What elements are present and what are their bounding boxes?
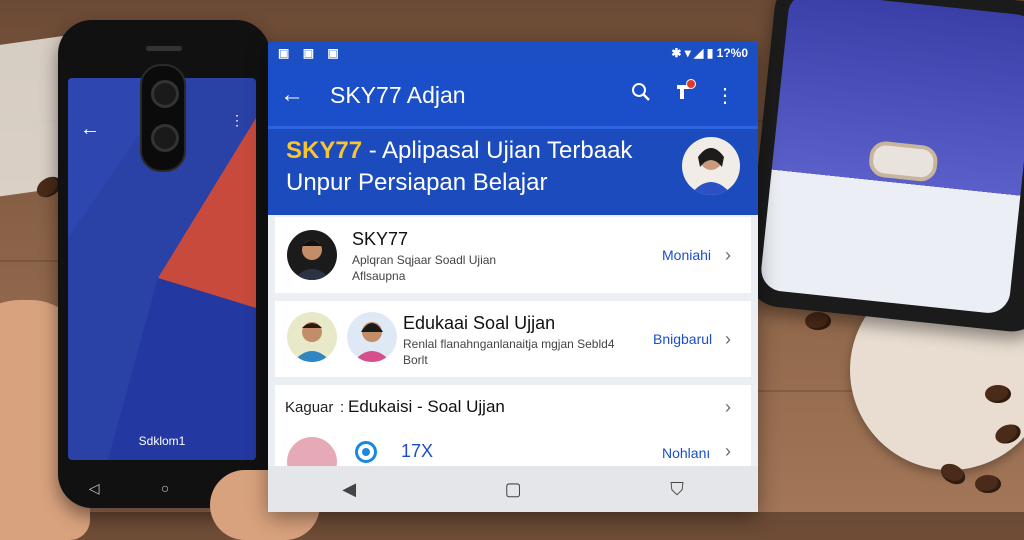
section-prefix: Kaguar (285, 399, 334, 416)
more-vert-icon: ⋮ (230, 112, 244, 128)
image-icon: ▣ (278, 46, 290, 60)
notification-icon: ▣ (327, 46, 339, 60)
avatar (682, 137, 740, 195)
chevron-right-icon: › (725, 397, 731, 417)
item-action-link[interactable]: Bnigbarul (653, 331, 712, 347)
section-title: Edukaisi - Soal Ujjan (348, 397, 505, 416)
avatar (347, 312, 397, 362)
item-action-link[interactable]: Nohlanı (662, 445, 710, 461)
target-icon (355, 441, 377, 463)
hero-headline-rest: - Aplipasal Ujian Terbaak (362, 137, 633, 164)
brand-name: SKY77 (286, 137, 363, 164)
item-value: 17X (401, 441, 434, 461)
list-item[interactable]: Edukaai Soal Ujjan Renlal flanahnganlana… (275, 301, 751, 377)
item-title: SKY77 (352, 229, 409, 249)
battery-percent: 1?%0 (716, 46, 748, 60)
avatar (287, 230, 337, 280)
list-item[interactable]: SKY77 Aplqran Sqjaar Soadl Ujian Aflsaup… (275, 217, 751, 293)
hero-headline: SKY77 - Aplipasal Ujian Terbaak (286, 137, 632, 165)
background-phone-button (867, 139, 939, 183)
item-subtitle: Renlal flanahnganlanaitja mgjan Sebld4 (403, 337, 615, 351)
nav-back-icon: ◁ (88, 479, 100, 496)
toolbar-title: SKY77 Adjan (330, 81, 466, 108)
app-screen: ▣ ▣ ▣ ✱ ▾ ◢ ▮ 1?%0 ← SKY77 Adjan ⋮ SKY77… (268, 42, 758, 512)
phone-caption: Sdklom1 (138, 434, 186, 448)
section-separator: : (340, 399, 345, 416)
back-arrow-icon: ← (80, 118, 100, 140)
hero-subheadline: Unpur Persiapan Belajar (286, 169, 548, 196)
more-vert-icon[interactable]: ⋮ (704, 83, 746, 108)
background-phone-left: ← ⋮ Sdklom1 ◁ ○ □ (58, 20, 270, 508)
list-item[interactable]: 17X Nohlanı › (275, 431, 751, 487)
system-nav-bar: ◀ ▢ ⛉ (268, 466, 758, 512)
background-phone-screen (759, 0, 1024, 316)
item-title: Edukaai Soal Ujjan (403, 313, 556, 333)
item-subtitle: Aplqran Sqjaar Soadl Ujian (352, 253, 497, 267)
chevron-right-icon: › (725, 441, 731, 461)
coffee-bean (805, 312, 831, 330)
speaker-grille (146, 46, 182, 51)
signal-icon: ◢ (694, 46, 704, 60)
back-arrow-icon[interactable]: ← (280, 81, 320, 109)
wifi-icon: ▾ (684, 46, 691, 60)
app-toolbar: ← SKY77 Adjan ⋮ (268, 64, 758, 126)
chevron-right-icon: › (725, 245, 731, 265)
item-subtitle: Aflsaupna (352, 269, 406, 283)
nav-home-icon: ○ (160, 480, 170, 496)
item-action-link[interactable]: Moniahi (662, 247, 711, 263)
search-icon[interactable] (620, 82, 662, 108)
bluetooth-icon: ✱ (671, 46, 682, 60)
hero-banner: SKY77 - Aplipasal Ujian Terbaak Unpur Pe… (268, 126, 758, 215)
camera-icon (140, 64, 186, 172)
notification-bell-icon[interactable] (662, 79, 704, 108)
image-icon: ▣ (302, 46, 315, 60)
nav-home-icon[interactable]: ▢ (505, 479, 522, 500)
coffee-bean (975, 475, 1001, 493)
avatar (287, 312, 337, 362)
chevron-right-icon: › (725, 329, 731, 349)
nav-bookmark-icon[interactable]: ⛉ (670, 479, 684, 500)
nav-back-icon[interactable]: ◀ (342, 479, 356, 500)
item-subtitle: Borlt (403, 353, 428, 367)
section-row[interactable]: Kaguar : Edukaisi - Soal Ujjan › (275, 385, 751, 431)
background-phone-right (743, 0, 1024, 335)
notification-badge (686, 79, 696, 89)
battery-icon: ▮ (706, 46, 714, 60)
coffee-bean (985, 385, 1011, 403)
status-bar: ▣ ▣ ▣ ✱ ▾ ◢ ▮ 1?%0 (268, 42, 758, 64)
